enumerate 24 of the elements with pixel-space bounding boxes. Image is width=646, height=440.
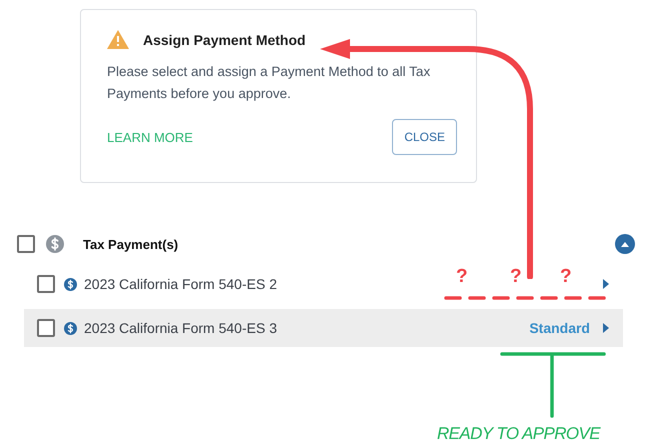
checkbox[interactable] bbox=[17, 235, 35, 253]
question-mark: ? bbox=[510, 266, 522, 288]
caret-icon[interactable] bbox=[603, 323, 609, 333]
question-mark: ? bbox=[456, 266, 468, 288]
payment-row[interactable]: 2023 California Form 540-ES 2 ? ? ? bbox=[24, 265, 623, 303]
collapse-button[interactable] bbox=[615, 234, 635, 254]
payment-row[interactable]: 2023 California Form 540-ES 3 Standard bbox=[24, 309, 623, 347]
alert-message: Please select and assign a Payment Method to all Tax Payments before you approve. bbox=[107, 63, 432, 103]
question-mark: ? bbox=[560, 266, 572, 288]
payment-name: 2023 California Form 540-ES 3 bbox=[84, 320, 278, 336]
checkbox[interactable] bbox=[37, 275, 55, 293]
dollar-icon bbox=[64, 278, 77, 290]
group-label: Tax Payment(s) bbox=[83, 236, 180, 252]
dollar-icon bbox=[46, 235, 64, 253]
annotation-note: READY TO APPROVE bbox=[437, 424, 600, 440]
caret-icon bbox=[621, 242, 629, 246]
payment-name: 2023 California Form 540-ES 2 bbox=[84, 276, 278, 292]
checkbox[interactable] bbox=[37, 319, 55, 337]
payment-method: Standard bbox=[529, 320, 590, 336]
alert-title: Assign Payment Method bbox=[143, 32, 306, 48]
dollar-icon bbox=[64, 322, 77, 334]
close-button[interactable]: CLOSE bbox=[392, 119, 457, 155]
warning-icon bbox=[107, 30, 129, 49]
caret-icon[interactable] bbox=[603, 279, 609, 289]
